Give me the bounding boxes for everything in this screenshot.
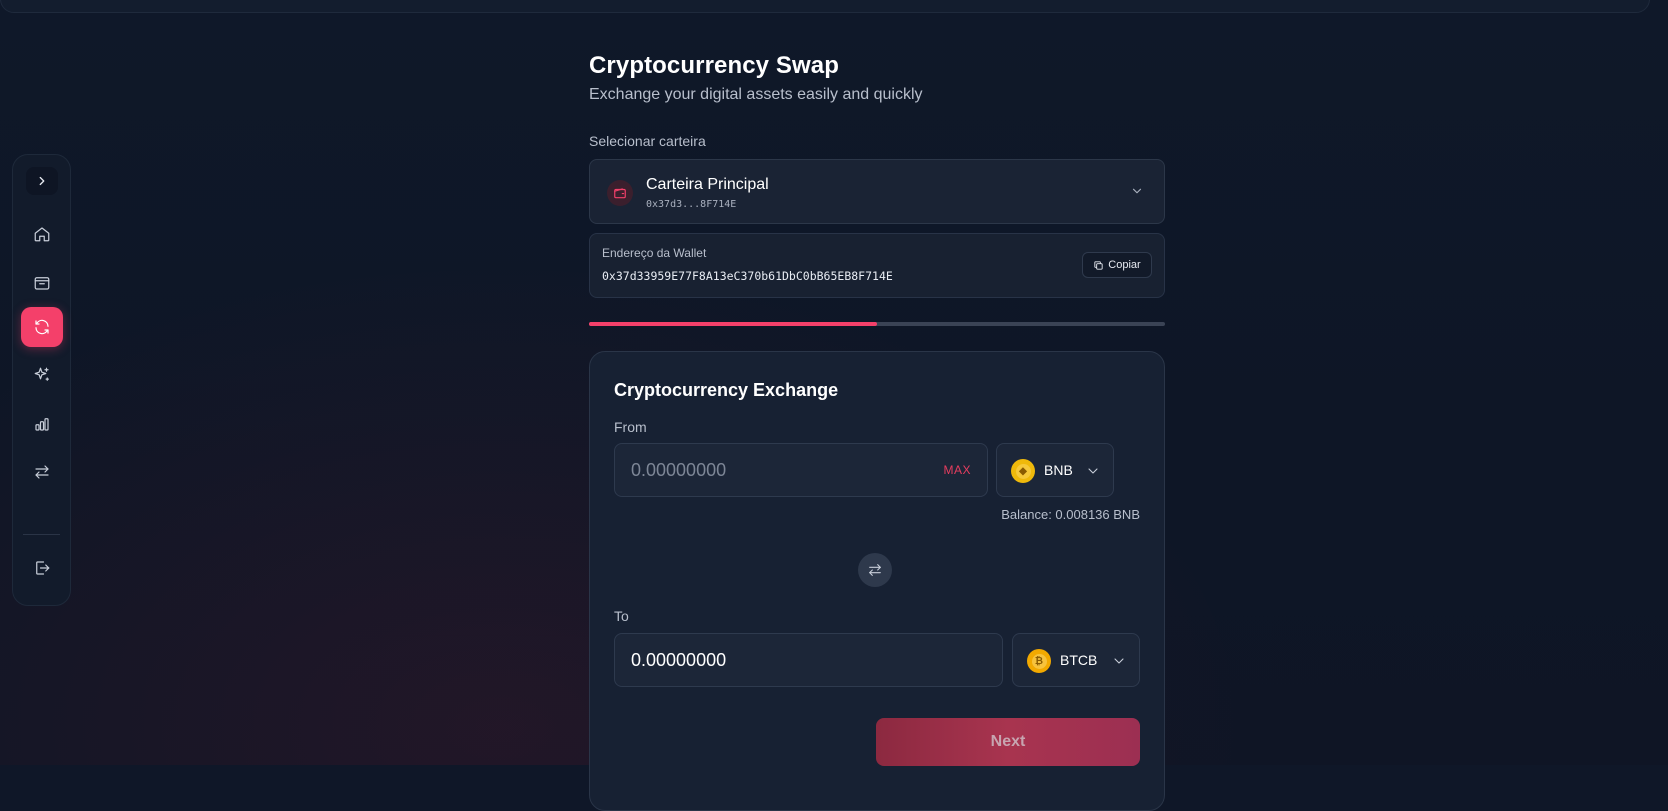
chevron-down-icon: [1130, 184, 1144, 198]
from-label: From: [614, 419, 647, 435]
btcb-coin-icon: ₿: [1027, 649, 1051, 673]
arrows-left-right-icon: [33, 463, 51, 481]
wallet-icon: [613, 186, 627, 200]
sidebar: [12, 154, 71, 606]
wallet-select-label: Selecionar carteira: [589, 133, 706, 149]
top-bar: [0, 0, 1650, 13]
home-icon: [33, 225, 51, 243]
wallet-name: Carteira Principal: [646, 176, 769, 194]
copy-address-button[interactable]: Copiar: [1082, 252, 1152, 278]
wallet-address-box: Endereço da Wallet 0x37d33959E77F8A13eC3…: [589, 233, 1165, 298]
exchange-card: Cryptocurrency Exchange From MAX ◆ BNB B…: [589, 351, 1165, 811]
swap-direction-button[interactable]: [858, 553, 892, 587]
from-balance: Balance: 0.008136 BNB: [1001, 507, 1140, 522]
step-progress-bar: [589, 322, 1165, 326]
to-amount-field: [614, 633, 1003, 687]
chevron-right-icon: [35, 174, 49, 188]
to-token-select[interactable]: ₿ BTCB: [1012, 633, 1140, 687]
copy-button-label: Copiar: [1108, 259, 1140, 271]
wallet-short-address: 0x37d3...8F714E: [646, 199, 736, 210]
logout-icon: [33, 559, 51, 577]
refresh-icon: [33, 318, 51, 336]
sidebar-item-swap[interactable]: [21, 307, 63, 347]
to-amount-input[interactable]: [631, 634, 931, 686]
max-button[interactable]: MAX: [943, 463, 971, 477]
sidebar-item-home[interactable]: [21, 214, 63, 254]
from-token-select[interactable]: ◆ BNB: [996, 443, 1114, 497]
page-title: Cryptocurrency Swap: [589, 52, 1165, 80]
copy-icon: [1093, 260, 1104, 271]
sidebar-toggle-button[interactable]: [26, 167, 58, 195]
page-subtitle: Exchange your digital assets easily and …: [589, 86, 1165, 104]
chevron-down-icon: [1111, 653, 1127, 669]
sidebar-item-logout[interactable]: [21, 548, 63, 588]
wallet-address-value: 0x37d33959E77F8A13eC370b61DbC0bB65EB8F71…: [602, 269, 893, 283]
sidebar-item-sparkles[interactable]: [21, 355, 63, 395]
sidebar-item-transfer[interactable]: [21, 452, 63, 492]
sidebar-divider: [23, 534, 60, 535]
to-label: To: [614, 608, 629, 624]
from-amount-input[interactable]: [631, 444, 931, 496]
bnb-coin-icon: ◆: [1011, 459, 1035, 483]
main-content: Cryptocurrency Swap Exchange your digita…: [589, 52, 1165, 104]
next-button[interactable]: Next: [876, 718, 1140, 766]
sidebar-item-charts[interactable]: [21, 404, 63, 444]
chevron-down-icon: [1085, 463, 1101, 479]
arrows-left-right-icon: [867, 562, 883, 578]
wallet-address-label: Endereço da Wallet: [602, 246, 706, 260]
sidebar-item-wallet[interactable]: [21, 263, 63, 303]
from-amount-field: MAX: [614, 443, 988, 497]
exchange-card-title: Cryptocurrency Exchange: [614, 380, 838, 401]
wallet-avatar: [607, 180, 633, 206]
from-token-name: BNB: [1044, 462, 1073, 478]
sparkles-icon: [33, 366, 51, 384]
step-progress-fill: [589, 322, 877, 326]
wallet-icon: [33, 274, 51, 292]
bar-chart-icon: [33, 415, 51, 433]
to-token-name: BTCB: [1060, 652, 1097, 668]
wallet-select[interactable]: Carteira Principal 0x37d3...8F714E: [589, 159, 1165, 224]
